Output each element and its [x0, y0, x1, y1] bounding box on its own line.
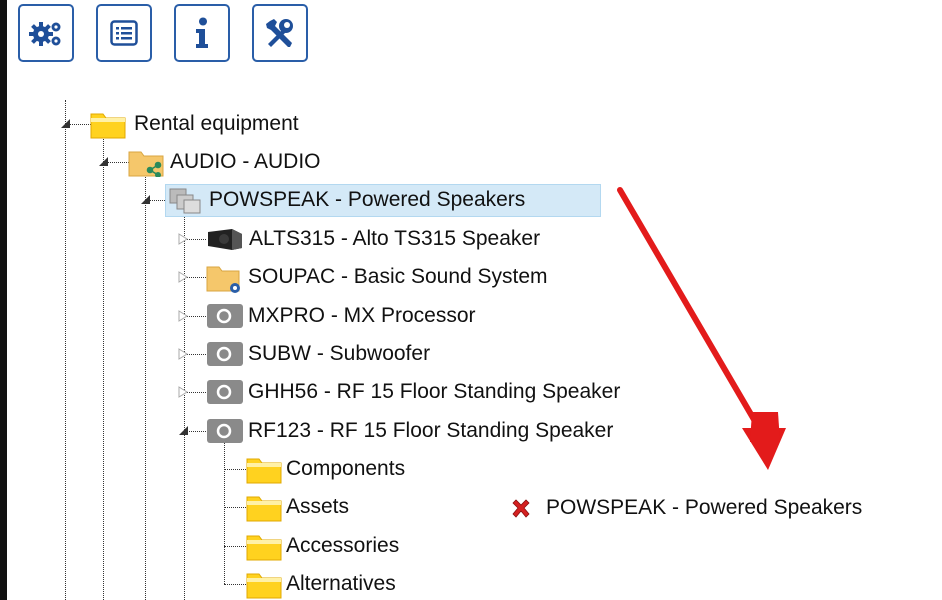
- folder-share-icon: [128, 151, 164, 177]
- tree-node-assets[interactable]: Assets: [286, 494, 349, 520]
- list-icon: [110, 20, 138, 46]
- settings-gears-button[interactable]: [18, 4, 74, 62]
- expanded-triangle-icon[interactable]: [140, 194, 151, 205]
- expanded-triangle-icon[interactable]: [178, 425, 189, 436]
- info-button[interactable]: [174, 4, 230, 62]
- expanded-triangle-icon[interactable]: [98, 156, 109, 167]
- tree-node-rental-equipment[interactable]: Rental equipment: [134, 111, 299, 137]
- tree-node-accessories[interactable]: Accessories: [286, 533, 399, 559]
- collapsed-triangle-icon[interactable]: [178, 348, 188, 360]
- folder-icon: [246, 535, 282, 561]
- collapsed-triangle-icon[interactable]: [178, 233, 188, 245]
- tree-node-powspeak[interactable]: POWSPEAK - Powered Speakers: [209, 187, 525, 213]
- drag-helper-label: POWSPEAK - Powered Speakers: [546, 496, 863, 519]
- component-icon: [207, 304, 243, 328]
- red-arrow-annotation: [617, 187, 786, 470]
- folder-icon: [246, 496, 282, 522]
- wrench-screwdriver-icon: [266, 19, 293, 47]
- collapsed-triangle-icon[interactable]: [178, 310, 188, 322]
- component-icon: [207, 380, 243, 404]
- tree-item-label[interactable]: GHH56 - RF 15 Floor Standing Speaker: [248, 379, 620, 405]
- tree-node-components[interactable]: Components: [286, 456, 405, 482]
- collapsed-triangle-icon[interactable]: [178, 386, 188, 398]
- tree-line-rf123: [224, 443, 225, 584]
- tools-button[interactable]: [252, 4, 308, 62]
- component-icon: [207, 419, 243, 443]
- tree-line-h: [224, 507, 246, 508]
- tree-line-root: [65, 100, 66, 600]
- tree-line-h: [224, 546, 246, 547]
- folder-icon: [246, 573, 282, 599]
- tree-node-audio[interactable]: AUDIO - AUDIO: [170, 149, 321, 175]
- expanded-triangle-icon[interactable]: [60, 118, 71, 129]
- component-icon: [207, 342, 243, 366]
- folder-icon: [246, 458, 282, 484]
- red-x-icon: [512, 499, 530, 518]
- left-border: [0, 0, 7, 600]
- tree-item-label[interactable]: RF123 - RF 15 Floor Standing Speaker: [248, 418, 613, 444]
- folder-gear-icon: [206, 266, 240, 293]
- list-view-button[interactable]: [96, 4, 152, 62]
- collapsed-triangle-icon[interactable]: [178, 271, 188, 283]
- tree-item-label[interactable]: SOUPAC - Basic Sound System: [248, 264, 548, 290]
- tree-line-audio: [103, 136, 104, 600]
- tree-item-label[interactable]: SUBW - Subwoofer: [248, 341, 430, 367]
- folder-icon: [90, 113, 126, 139]
- tree-item-label[interactable]: ALTS315 - Alto TS315 Speaker: [249, 226, 540, 252]
- info-icon: [196, 17, 208, 48]
- tree-node-alternatives[interactable]: Alternatives: [286, 571, 396, 597]
- tree-line-powspeak: [145, 174, 146, 600]
- speaker-icon: [208, 229, 242, 250]
- tree-line-h: [224, 584, 246, 585]
- stack-copy-icon: [169, 188, 201, 214]
- tree-item-label[interactable]: MXPRO - MX Processor: [248, 303, 476, 329]
- tree-line-h: [224, 469, 246, 470]
- gears-icon: [29, 22, 61, 46]
